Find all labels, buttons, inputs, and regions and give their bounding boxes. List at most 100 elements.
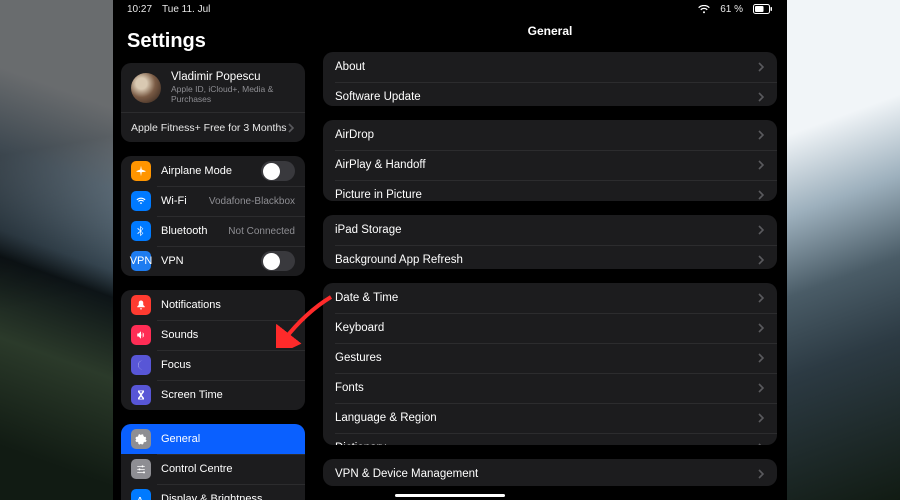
chevron-right-icon [758, 469, 765, 479]
focus-row[interactable]: Focus [121, 350, 305, 380]
software-update-row[interactable]: Software Update [323, 82, 777, 106]
profile-card: Vladimir Popescu Apple ID, iCloud+, Medi… [121, 63, 305, 142]
status-time: 10:27 [127, 4, 152, 15]
sliders-icon [131, 459, 151, 479]
settings-sidebar: Settings Vladimir Popescu Apple ID, iClo… [113, 18, 313, 500]
date-time-label: Date & Time [335, 292, 758, 304]
chevron-right-icon [758, 323, 765, 333]
connectivity-group: Airplane Mode Wi-Fi Vodafone-Blackbox Bl… [121, 156, 305, 276]
display-icon: A [131, 489, 151, 500]
focus-label: Focus [161, 359, 295, 371]
background-refresh-row[interactable]: Background App Refresh [323, 245, 777, 269]
general-group-4: Date & Time Keyboard Gestures Fonts Lang… [323, 283, 777, 445]
svg-text:A: A [137, 495, 143, 500]
bluetooth-label: Bluetooth [161, 225, 222, 237]
vpn-label: VPN [161, 255, 261, 267]
fitness-promo-row[interactable]: Apple Fitness+ Free for 3 Months [121, 112, 305, 142]
general-pane: General About Software Update AirDrop Ai… [313, 18, 787, 500]
chevron-right-icon [758, 160, 765, 170]
pip-row[interactable]: Picture in Picture [323, 180, 777, 201]
dictionary-row[interactable]: Dictionary [323, 433, 777, 445]
moon-icon [131, 355, 151, 375]
control-centre-label: Control Centre [161, 463, 295, 475]
vpn-toggle[interactable] [261, 251, 295, 271]
wifi-value: Vodafone-Blackbox [209, 196, 295, 207]
storage-label: iPad Storage [335, 224, 758, 236]
airplane-toggle[interactable] [261, 161, 295, 181]
battery-text: 61 % [720, 4, 743, 15]
status-date: Tue 11. Jul [162, 4, 210, 15]
fonts-label: Fonts [335, 382, 758, 394]
control-centre-row[interactable]: Control Centre [121, 454, 305, 484]
general-group-3: iPad Storage Background App Refresh [323, 215, 777, 269]
language-region-label: Language & Region [335, 412, 758, 424]
chevron-right-icon [758, 255, 765, 265]
ipad-frame: 10:27 Tue 11. Jul 61 % Settings Vladimir… [113, 0, 787, 500]
wallpaper-left [0, 0, 113, 500]
dictionary-label: Dictionary [335, 442, 758, 445]
general-label: General [161, 433, 295, 445]
bluetooth-row[interactable]: Bluetooth Not Connected [121, 216, 305, 246]
about-label: About [335, 61, 758, 73]
vpn-device-mgmt-label: VPN & Device Management [335, 468, 758, 480]
language-region-row[interactable]: Language & Region [323, 403, 777, 433]
pip-label: Picture in Picture [335, 189, 758, 201]
vpn-device-mgmt-row[interactable]: VPN & Device Management [323, 459, 777, 486]
avatar [131, 73, 161, 103]
chevron-right-icon [758, 293, 765, 303]
sounds-row[interactable]: Sounds [121, 320, 305, 350]
pane-title: General [323, 24, 777, 38]
chevron-right-icon [288, 123, 295, 133]
fonts-row[interactable]: Fonts [323, 373, 777, 403]
chevron-right-icon [758, 130, 765, 140]
wallpaper-right [787, 0, 900, 500]
about-row[interactable]: About [323, 52, 777, 82]
fitness-label: Apple Fitness+ Free for 3 Months [131, 122, 287, 134]
wifi-label: Wi-Fi [161, 195, 203, 207]
wifi-row[interactable]: Wi-Fi Vodafone-Blackbox [121, 186, 305, 216]
airplay-row[interactable]: AirPlay & Handoff [323, 150, 777, 180]
notifications-label: Notifications [161, 299, 295, 311]
display-row[interactable]: A Display & Brightness [121, 484, 305, 500]
keyboard-label: Keyboard [335, 322, 758, 334]
airdrop-label: AirDrop [335, 129, 758, 141]
system-group: General Control Centre A Display & Brigh… [121, 424, 305, 500]
airplane-mode-row[interactable]: Airplane Mode [121, 156, 305, 186]
display-label: Display & Brightness [161, 493, 295, 500]
notifications-row[interactable]: Notifications [121, 290, 305, 320]
hourglass-icon [131, 385, 151, 405]
background-refresh-label: Background App Refresh [335, 254, 758, 266]
chevron-right-icon [758, 383, 765, 393]
bell-icon [131, 295, 151, 315]
gestures-row[interactable]: Gestures [323, 343, 777, 373]
airdrop-row[interactable]: AirDrop [323, 120, 777, 150]
alerts-group: Notifications Sounds Focus Screen Time [121, 290, 305, 410]
chevron-right-icon [758, 225, 765, 235]
chevron-right-icon [758, 62, 765, 72]
general-row[interactable]: General [121, 424, 305, 454]
airplane-label: Airplane Mode [161, 165, 261, 177]
vpn-icon: VPN [131, 251, 151, 271]
keyboard-row[interactable]: Keyboard [323, 313, 777, 343]
chevron-right-icon [758, 443, 765, 445]
storage-row[interactable]: iPad Storage [323, 215, 777, 245]
vpn-row[interactable]: VPN VPN [121, 246, 305, 276]
apple-id-row[interactable]: Vladimir Popescu Apple ID, iCloud+, Medi… [121, 63, 305, 112]
screen-time-row[interactable]: Screen Time [121, 380, 305, 410]
chevron-right-icon [758, 413, 765, 423]
sounds-label: Sounds [161, 329, 295, 341]
speaker-icon [131, 325, 151, 345]
general-group-2: AirDrop AirPlay & Handoff Picture in Pic… [323, 120, 777, 201]
profile-name: Vladimir Popescu [171, 71, 295, 83]
airplane-icon [131, 161, 151, 181]
chevron-right-icon [758, 353, 765, 363]
chevron-right-icon [758, 190, 765, 200]
date-time-row[interactable]: Date & Time [323, 283, 777, 313]
airplay-label: AirPlay & Handoff [335, 159, 758, 171]
bluetooth-value: Not Connected [228, 226, 295, 237]
profile-sub: Apple ID, iCloud+, Media & Purchases [171, 84, 295, 104]
wifi-icon [698, 5, 710, 14]
bluetooth-icon [131, 221, 151, 241]
gear-icon [131, 429, 151, 449]
home-indicator[interactable] [395, 494, 505, 497]
